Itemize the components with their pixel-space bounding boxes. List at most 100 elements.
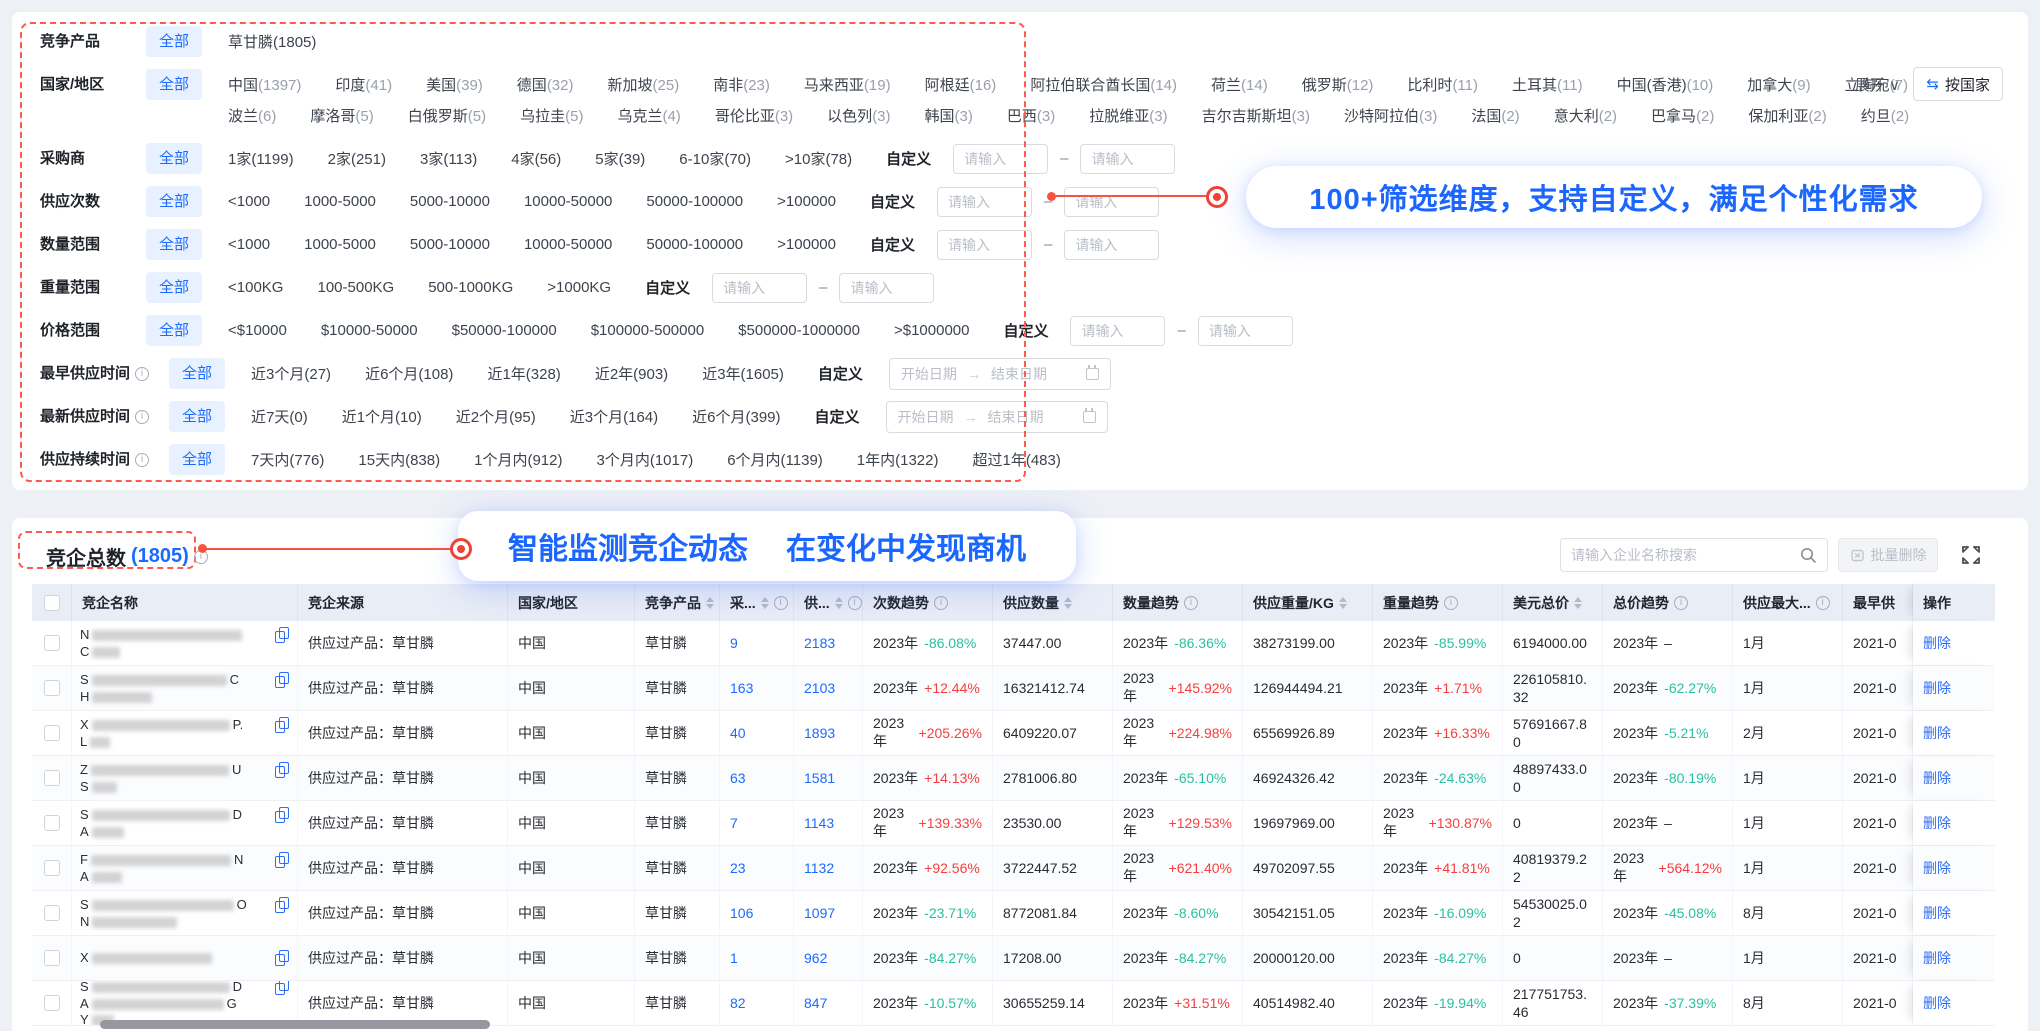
filter-option[interactable]: 草甘膦(1805)	[228, 31, 316, 52]
buyer-count-link[interactable]: 82	[730, 995, 746, 1011]
info-icon[interactable]: i	[848, 596, 862, 610]
filter-option[interactable]: 5000-10000	[410, 236, 490, 253]
delete-link[interactable]: 删除	[1923, 858, 1951, 878]
filter-option[interactable]: >100000	[777, 236, 836, 253]
filter-option[interactable]: 哥伦比亚(3)	[715, 105, 793, 126]
row-checkbox[interactable]	[44, 770, 60, 786]
filter-option[interactable]: 巴西(3)	[1007, 105, 1055, 126]
range-input-max[interactable]: 请输入	[839, 273, 934, 303]
filter-option[interactable]: 德国(32)	[517, 74, 574, 95]
filter-option[interactable]: 韩国(3)	[925, 105, 973, 126]
supply-count-link[interactable]: 1143	[804, 815, 834, 831]
custom-label[interactable]: 自定义	[645, 277, 690, 298]
custom-label[interactable]: 自定义	[818, 363, 863, 384]
horizontal-scrollbar[interactable]	[100, 1020, 490, 1029]
filter-option[interactable]: 摩洛哥(5)	[310, 105, 373, 126]
supply-count-link[interactable]: 962	[804, 950, 827, 966]
filter-option[interactable]: 1000-5000	[304, 193, 376, 210]
filter-option[interactable]: 1000-5000	[304, 236, 376, 253]
filter-option[interactable]: 近6个月(399)	[692, 406, 780, 427]
copy-icon[interactable]	[275, 897, 289, 913]
select-all-checkbox[interactable]	[44, 595, 60, 611]
filter-option[interactable]: 拉脱维亚(3)	[1089, 105, 1167, 126]
date-range-input[interactable]: 开始日期→结束日期	[886, 401, 1108, 433]
filter-option[interactable]: 美国(39)	[426, 74, 483, 95]
copy-icon[interactable]	[275, 981, 289, 995]
batch-delete-button[interactable]: 批量删除	[1838, 538, 1938, 572]
filter-option[interactable]: 印度(41)	[335, 74, 392, 95]
filter-option[interactable]: 5家(39)	[595, 148, 645, 169]
info-icon[interactable]: i	[135, 367, 149, 381]
filter-option[interactable]: 10000-50000	[524, 193, 612, 210]
filter-option[interactable]: >100000	[777, 193, 836, 210]
date-range-input[interactable]: 开始日期→结束日期	[889, 358, 1111, 390]
filter-option[interactable]: 近1个月(10)	[342, 406, 422, 427]
delete-link[interactable]: 删除	[1923, 678, 1951, 698]
delete-link[interactable]: 删除	[1923, 993, 1951, 1013]
filter-option[interactable]: 法国(2)	[1471, 105, 1519, 126]
delete-link[interactable]: 删除	[1923, 633, 1951, 653]
filter-option[interactable]: 近3年(1605)	[702, 363, 784, 384]
filter-all-chip[interactable]: 全部	[169, 444, 225, 475]
filter-option[interactable]: 近2个月(95)	[456, 406, 536, 427]
filter-option[interactable]: >$1000000	[894, 322, 970, 339]
filter-option[interactable]: 50000-100000	[646, 236, 743, 253]
supply-count-link[interactable]: 2103	[804, 680, 835, 696]
supply-count-link[interactable]: 1581	[804, 770, 835, 786]
info-icon[interactable]: i	[1444, 596, 1458, 610]
filter-option[interactable]: 阿根廷(16)	[925, 74, 997, 95]
filter-option[interactable]: 中国(1397)	[228, 74, 301, 95]
range-input-max[interactable]: 请输入	[1064, 230, 1159, 260]
filter-option[interactable]: 4家(56)	[511, 148, 561, 169]
sort-icon[interactable]	[1064, 597, 1072, 609]
row-checkbox[interactable]	[44, 815, 60, 831]
filter-option[interactable]: $10000-50000	[321, 322, 418, 339]
copy-icon[interactable]	[275, 807, 289, 823]
filter-option[interactable]: 1年内(1322)	[857, 449, 939, 470]
filter-option[interactable]: 土耳其(11)	[1512, 74, 1583, 95]
filter-option[interactable]: 荷兰(14)	[1211, 74, 1268, 95]
filter-option[interactable]: 沙特阿拉伯(3)	[1344, 105, 1437, 126]
custom-label[interactable]: 自定义	[870, 191, 915, 212]
sort-icon[interactable]	[835, 597, 843, 609]
filter-option[interactable]: 7天内(776)	[251, 449, 324, 470]
custom-label[interactable]: 自定义	[815, 406, 860, 427]
filter-option[interactable]: $100000-500000	[591, 322, 704, 339]
copy-icon[interactable]	[275, 627, 289, 643]
range-input-min[interactable]: 请输入	[937, 230, 1032, 260]
filter-option[interactable]: 巴拿马(2)	[1651, 105, 1714, 126]
filter-option[interactable]: 意大利(2)	[1554, 105, 1617, 126]
group-by-country-button[interactable]: ⇆按国家	[1913, 67, 2003, 101]
custom-label[interactable]: 自定义	[870, 234, 915, 255]
filter-option[interactable]: 6个月内(1139)	[727, 449, 823, 470]
filter-option[interactable]: $500000-1000000	[738, 322, 860, 339]
copy-icon[interactable]	[275, 672, 289, 688]
filter-option[interactable]: 1家(1199)	[228, 148, 294, 169]
expand-toggle[interactable]: 展开 ∨	[1855, 69, 1900, 100]
filter-option[interactable]: 3家(113)	[420, 148, 477, 169]
buyer-count-link[interactable]: 1	[730, 950, 738, 966]
filter-option[interactable]: 近3个月(27)	[251, 363, 331, 384]
filter-option[interactable]: 马来西亚(19)	[804, 74, 891, 95]
info-icon[interactable]: i	[1184, 596, 1198, 610]
filter-option[interactable]: >10家(78)	[785, 148, 852, 169]
filter-option[interactable]: 俄罗斯(12)	[1302, 74, 1374, 95]
sort-icon[interactable]	[761, 597, 769, 609]
filter-all-chip[interactable]: 全部	[146, 315, 202, 346]
delete-link[interactable]: 删除	[1923, 948, 1951, 968]
filter-option[interactable]: 1个月内(912)	[474, 449, 562, 470]
delete-link[interactable]: 删除	[1923, 768, 1951, 788]
filter-option[interactable]: 以色列(3)	[827, 105, 890, 126]
buyer-count-link[interactable]: 40	[730, 725, 746, 741]
filter-option[interactable]: 比利时(11)	[1407, 74, 1478, 95]
filter-option[interactable]: 5000-10000	[410, 193, 490, 210]
filter-option[interactable]: 2家(251)	[328, 148, 386, 169]
row-checkbox[interactable]	[44, 860, 60, 876]
buyer-count-link[interactable]: 63	[730, 770, 746, 786]
filter-all-chip[interactable]: 全部	[169, 358, 225, 389]
filter-option[interactable]: 超过1年(483)	[972, 449, 1060, 470]
custom-label[interactable]: 自定义	[1003, 320, 1048, 341]
buyer-count-link[interactable]: 106	[730, 905, 753, 921]
row-checkbox[interactable]	[44, 635, 60, 651]
copy-icon[interactable]	[275, 717, 289, 733]
